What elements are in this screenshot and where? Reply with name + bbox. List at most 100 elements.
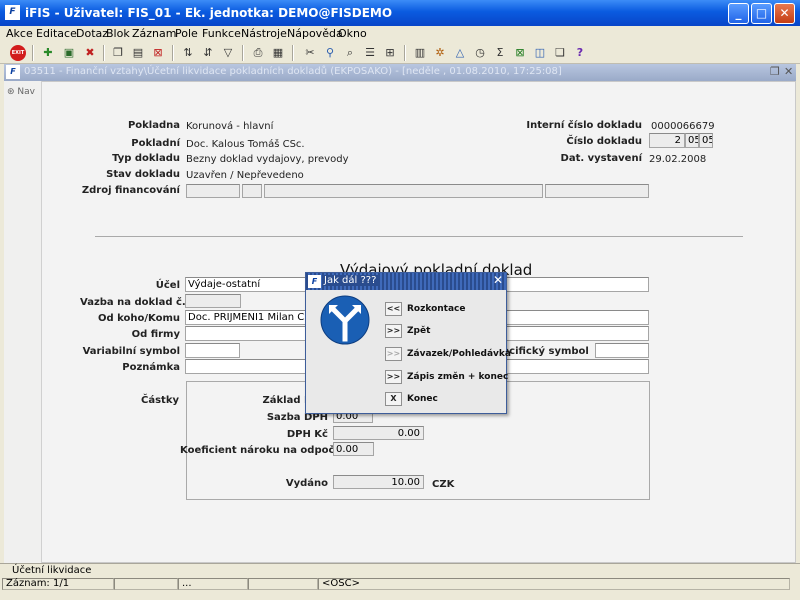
vazba-label: Vazba na doklad č.	[80, 297, 186, 308]
zpet-button[interactable]: >>	[385, 324, 402, 338]
close-button[interactable]: ✕	[774, 3, 795, 24]
direction-sign-icon	[320, 295, 370, 345]
zapis-zmen-button[interactable]: >>	[385, 370, 402, 384]
remove-icon[interactable]: ⊠	[150, 45, 166, 61]
status-message: Účetní likvidace	[12, 565, 92, 576]
sort-asc-icon[interactable]: ⇅	[180, 45, 196, 61]
dialog-title-bar[interactable]: F Jak dál ??? ✕	[306, 273, 506, 290]
separator	[95, 236, 743, 237]
menu-editace[interactable]: Editace	[36, 27, 77, 40]
zpet-label: Zpět	[407, 326, 431, 336]
restore-icon[interactable]: ❐	[770, 65, 780, 78]
menu-dotaz[interactable]: Dotaz	[76, 27, 108, 40]
toolbar: EXIT ✚ ▣ ✖ ❐ ▤ ⊠ ⇅ ⇵ ▽ ⎙ ▦ ✂ ⚲ ⌕ ☰ ⊞ ▥ ✲…	[0, 42, 800, 64]
chart-icon[interactable]: △	[452, 45, 468, 61]
vydano-label: Vydáno	[285, 478, 328, 489]
specificky-symbol-field[interactable]	[595, 343, 649, 358]
nav-strip	[4, 81, 42, 563]
zdroj-field-3[interactable]	[264, 184, 543, 198]
zdroj-field-2[interactable]	[242, 184, 262, 198]
rozkontace-button[interactable]: <<	[385, 302, 402, 316]
list-icon[interactable]: ☰	[362, 45, 378, 61]
excel-icon[interactable]: ⊠	[512, 45, 528, 61]
zdroj-field-1[interactable]	[186, 184, 240, 198]
zoom-icon[interactable]: ⚲	[322, 45, 338, 61]
cut-icon[interactable]: ✂	[302, 45, 318, 61]
cislo-dokladu-label: Číslo dokladu	[566, 136, 642, 147]
sort-desc-icon[interactable]: ⇵	[200, 45, 216, 61]
koeficient-field[interactable]: 0.00	[333, 442, 374, 456]
menu-akce[interactable]: Akce	[6, 27, 33, 40]
menu-funkce[interactable]: Funkce	[202, 27, 241, 40]
menu-napoveda[interactable]: Nápověda	[287, 27, 343, 40]
new-record-icon[interactable]: ✚	[40, 45, 56, 61]
konec-button[interactable]: X	[385, 392, 402, 406]
pokladna-label: Pokladna	[127, 120, 180, 131]
status-dots: ...	[178, 578, 248, 590]
inner-app-icon: F	[6, 65, 20, 79]
konec-label: Konec	[407, 394, 438, 404]
menu-nastroje[interactable]: Nástroje	[241, 27, 287, 40]
app-icon: F	[5, 5, 20, 20]
zdroj-field-4[interactable]	[545, 184, 649, 198]
vydano-field[interactable]: 10.00	[333, 475, 424, 489]
menu-bar: Akce Editace Dotaz Blok Záznam Pole Funk…	[0, 26, 800, 42]
stav-dokladu-label: Stav dokladu	[106, 169, 180, 180]
settings-icon[interactable]: ✲	[432, 45, 448, 61]
inner-close-icon[interactable]: ✕	[784, 65, 793, 78]
help-icon[interactable]: ?	[572, 45, 588, 61]
print-icon[interactable]: ⎙	[250, 45, 266, 61]
print-preview-icon[interactable]: ▦	[270, 45, 286, 61]
menu-blok[interactable]: Blok	[106, 27, 130, 40]
cislo-dokladu-field-2[interactable]: 05	[685, 133, 699, 148]
save-icon[interactable]: ▣	[61, 45, 77, 61]
status-cell-2	[114, 578, 178, 590]
castky-label: Částky	[141, 395, 179, 406]
title-bar[interactable]: F iFIS - Uživatel: FIS_01 - Ek. jednotka…	[0, 0, 800, 26]
cislo-dokladu-field-1[interactable]: 2	[649, 133, 685, 148]
zdroj-financovani-label: Zdroj financování	[81, 185, 180, 196]
docs-icon[interactable]: ❏	[552, 45, 568, 61]
interni-cislo-label: Interní číslo dokladu	[526, 120, 642, 131]
cislo-dokladu-field-3[interactable]: 05	[699, 133, 713, 148]
menu-pole[interactable]: Pole	[175, 27, 198, 40]
dialog-close-icon[interactable]: ✕	[493, 273, 503, 287]
jak-dal-dialog: F Jak dál ??? ✕ << Rozkontace >> Zpět >>…	[305, 272, 511, 414]
sum-icon[interactable]: Σ	[492, 45, 508, 61]
dialog-title: Jak dál ???	[324, 275, 380, 286]
dph-kc-field[interactable]: 0.00	[333, 426, 424, 440]
pokladna-value: Korunová - hlavní	[186, 121, 274, 132]
delete-icon[interactable]: ✖	[82, 45, 98, 61]
datum-vystaveni-value: 29.02.2008	[649, 154, 707, 165]
search-icon[interactable]: ⌕	[342, 45, 358, 61]
vazba-field[interactable]	[185, 294, 241, 308]
nav-button[interactable]: ⊛ Nav	[7, 87, 35, 97]
attach-icon[interactable]: ⊞	[382, 45, 398, 61]
menu-okno[interactable]: Okno	[338, 27, 367, 40]
typ-dokladu-value: Bezny doklad vydajovy, prevody	[186, 154, 349, 165]
calendar-icon[interactable]: ▥	[412, 45, 428, 61]
exit-icon[interactable]: EXIT	[10, 45, 26, 61]
paste-icon[interactable]: ▤	[130, 45, 146, 61]
dph-kc-label: DPH Kč	[286, 429, 328, 440]
interni-cislo-value: 0000066679	[651, 121, 715, 132]
copy-icon[interactable]: ❐	[110, 45, 126, 61]
pokladni-label: Pokladní	[131, 138, 180, 149]
filter-icon[interactable]: ▽	[220, 45, 236, 61]
status-cell-4	[248, 578, 318, 590]
minimize-button[interactable]: _	[728, 3, 749, 24]
clock-icon[interactable]: ◷	[472, 45, 488, 61]
zavazek-button[interactable]: >>	[385, 347, 402, 361]
status-bar: Záznam: 1/1 ... <OSC>	[0, 577, 800, 592]
export-icon[interactable]: ◫	[532, 45, 548, 61]
ucel-label: Účel	[155, 280, 180, 291]
status-bar-message: Účetní likvidace	[0, 563, 800, 577]
od-koho-label: Od koho/Komu	[97, 313, 180, 324]
rozkontace-label: Rozkontace	[407, 304, 466, 314]
menu-zaznam[interactable]: Záznam	[132, 27, 176, 40]
variabilni-symbol-field[interactable]	[185, 343, 240, 358]
poznamka-label: Poznámka	[122, 362, 180, 373]
inner-window-title-bar[interactable]: F 03511 - Finanční vztahy\Účetní likvida…	[4, 64, 796, 81]
maximize-button[interactable]: □	[751, 3, 772, 24]
datum-vystaveni-label: Dat. vystavení	[560, 153, 642, 164]
